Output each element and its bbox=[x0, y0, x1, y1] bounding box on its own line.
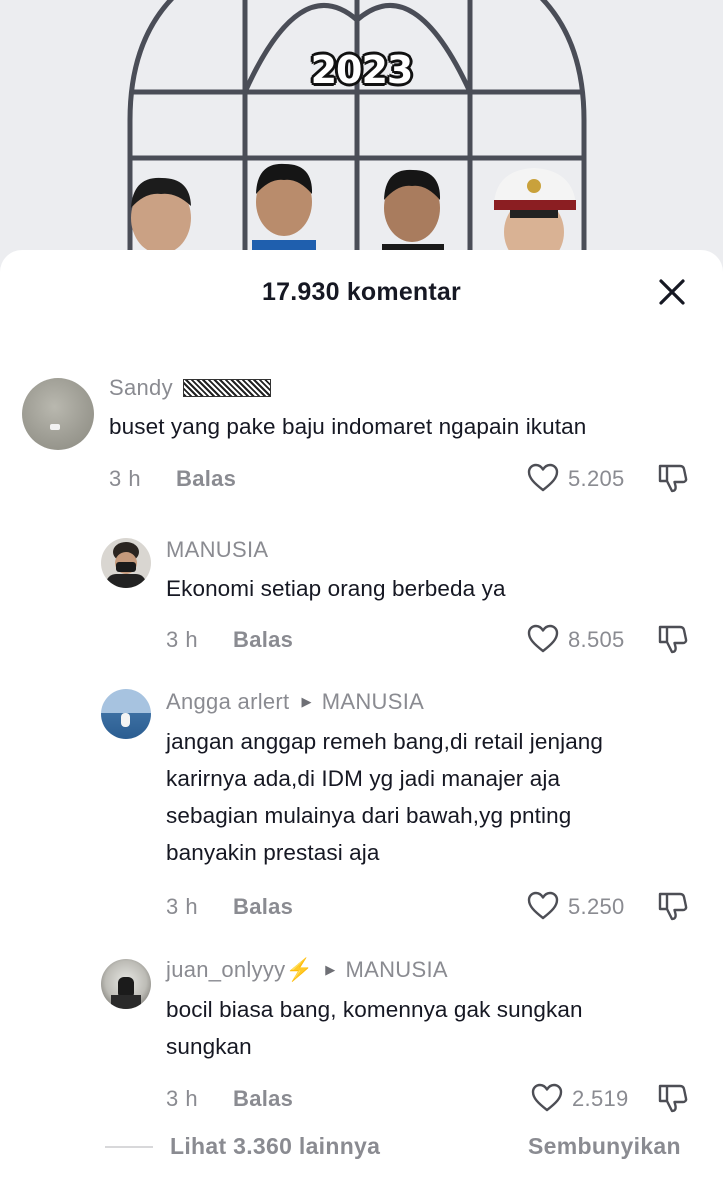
like-button[interactable]: 8.505 bbox=[526, 622, 636, 656]
reply-arrow-icon: ▶ bbox=[325, 962, 336, 977]
comment-item: Sandy buset yang pake baju indomaret nga… bbox=[0, 370, 723, 500]
thumbs-down-icon bbox=[658, 625, 688, 654]
username-text: Sandy bbox=[109, 375, 173, 400]
thumbs-down-icon bbox=[658, 1084, 688, 1113]
reply-button[interactable]: Balas bbox=[233, 894, 293, 920]
like-button[interactable]: 5.250 bbox=[526, 889, 636, 923]
reply-arrow-icon: ▶ bbox=[301, 694, 312, 709]
reply-button[interactable]: Balas bbox=[233, 627, 293, 653]
comment-username[interactable]: juan_onlyyy⚡ ▶ MANUSIA bbox=[166, 957, 448, 983]
username-text: Angga arlert bbox=[166, 689, 290, 714]
close-icon bbox=[659, 279, 685, 305]
dislike-button[interactable] bbox=[656, 1081, 690, 1115]
comment-text: Ekonomi setiap orang berbeda ya bbox=[166, 576, 506, 601]
dislike-button[interactable] bbox=[656, 622, 690, 656]
thumbs-down-icon bbox=[658, 464, 688, 493]
reply-to-username[interactable]: MANUSIA bbox=[322, 689, 424, 714]
comment-text: jangan anggap remeh bang,di retail jenja… bbox=[166, 729, 604, 865]
comment-time: 3 h bbox=[166, 1086, 199, 1111]
view-more-replies-button[interactable]: Lihat 3.360 lainnya bbox=[170, 1133, 380, 1160]
heart-outline-icon bbox=[527, 891, 559, 920]
censor-mark bbox=[182, 379, 271, 397]
heart-outline-icon bbox=[531, 1083, 563, 1112]
like-count: 2.519 bbox=[572, 1086, 629, 1111]
heart-outline-icon bbox=[527, 463, 559, 492]
comment-text: buset yang pake baju indomaret ngapain i… bbox=[109, 414, 587, 439]
video-frame-illustration bbox=[0, 0, 723, 272]
video-background: 2023 bbox=[0, 0, 723, 272]
reply-item: juan_onlyyy⚡ ▶ MANUSIA bocil biasa bang, k… bbox=[0, 955, 723, 1125]
like-button[interactable]: 2.519 bbox=[530, 1081, 640, 1115]
avatar[interactable] bbox=[101, 689, 151, 739]
comment-username[interactable]: Sandy bbox=[109, 375, 271, 401]
hide-replies-button[interactable]: Sembunyikan bbox=[528, 1133, 681, 1160]
like-button[interactable]: 5.205 bbox=[526, 461, 636, 495]
close-button[interactable] bbox=[652, 272, 692, 312]
reply-to-username[interactable]: MANUSIA bbox=[346, 957, 448, 982]
avatar[interactable] bbox=[101, 538, 151, 588]
dislike-button[interactable] bbox=[656, 889, 690, 923]
video-overlay-year: 2023 bbox=[310, 48, 414, 92]
reply-button[interactable]: Balas bbox=[233, 1086, 293, 1112]
avatar[interactable] bbox=[101, 959, 151, 1009]
comment-time: 3 h bbox=[109, 466, 142, 491]
comment-time: 3 h bbox=[166, 894, 199, 919]
heart-outline-icon bbox=[527, 624, 559, 653]
divider-line bbox=[105, 1146, 153, 1148]
username-text: juan_onlyyy⚡ bbox=[166, 957, 314, 982]
comment-username[interactable]: MANUSIA bbox=[166, 537, 268, 563]
thumbs-down-icon bbox=[658, 892, 688, 921]
comment-time: 3 h bbox=[166, 627, 199, 652]
like-count: 5.205 bbox=[568, 466, 625, 491]
comment-text: bocil biasa bang, komennya gak sungkan s… bbox=[166, 997, 583, 1059]
like-count: 8.505 bbox=[568, 627, 625, 652]
reply-button[interactable]: Balas bbox=[176, 466, 236, 492]
comments-sheet: 17.930 komentar Sandy buset yang pake ba… bbox=[0, 250, 723, 1181]
dislike-button[interactable] bbox=[656, 461, 690, 495]
like-count: 5.250 bbox=[568, 894, 625, 919]
avatar[interactable] bbox=[22, 378, 94, 450]
reply-item: MANUSIA Ekonomi setiap orang berbeda ya … bbox=[0, 535, 723, 665]
reply-item: Angga arlert ▶ MANUSIA jangan anggap remeh… bbox=[0, 687, 723, 937]
comment-count-title: 17.930 komentar bbox=[262, 278, 461, 306]
comment-username[interactable]: Angga arlert ▶ MANUSIA bbox=[166, 689, 424, 715]
